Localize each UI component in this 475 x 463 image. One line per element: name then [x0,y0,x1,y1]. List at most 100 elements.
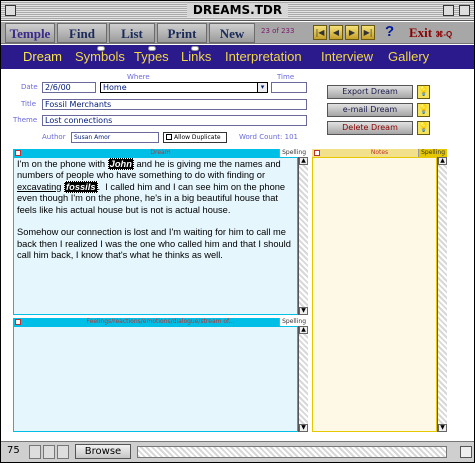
exit-button[interactable]: Exit ⌘-Q [401,23,473,43]
expand-field-icon[interactable] [314,150,320,156]
exit-shortcut: ⌘-Q [435,30,453,39]
previous-record-icon[interactable]: ◀ [329,25,343,40]
where-dropdown[interactable]: Home ▾ [100,82,268,93]
author-field[interactable]: Susan Amor [71,132,159,143]
dream-panel: Dream Spelling I'm on the phone with Joh… [13,149,308,315]
symbol-link-fossils[interactable]: fossils [64,180,98,193]
feelings-text-area[interactable] [13,326,298,432]
symbol-link-john[interactable]: John [107,158,134,170]
title-bar[interactable]: DREAMS.TDR [1,1,474,21]
tab-symbols[interactable]: Symbols [75,46,125,64]
tab-types-indicator-icon [148,46,156,51]
word-count-value: 101 [284,133,298,141]
symbol-excavating[interactable]: excavating [17,182,61,192]
delete-help-lightbulb-icon[interactable]: 💡 [417,121,430,135]
new-button[interactable]: New [209,23,255,43]
help-icon[interactable]: ? [385,23,394,40]
notes-spelling-button[interactable]: Spelling [418,149,447,157]
tab-bar: Dream Symbols Types Links Interpretation… [1,45,474,69]
tab-links-label: Links [181,49,212,64]
dream-line-1a: I'm on the phone with [17,159,108,169]
theme-field[interactable]: Lost connections [42,115,307,126]
zoom-box-icon[interactable] [443,5,454,16]
tab-types-label: Types [134,49,169,64]
notes-text-area[interactable] [312,157,437,432]
dream-text: I'm on the phone with John and he is giv… [14,158,297,263]
feelings-scrollbar[interactable]: ▲ ▼ [298,326,308,432]
list-button[interactable]: List [109,23,155,43]
dream-scrollbar[interactable]: ▲ ▼ [298,157,308,315]
checkbox-icon [166,134,172,140]
time-label: Time [277,73,295,81]
word-count: Word Count: 101 [239,133,298,141]
notes-panel: Notes Spelling ▲ ▼ [312,149,447,432]
notes-scrollbar[interactable]: ▲ ▼ [437,157,447,432]
resize-handle-icon[interactable] [460,446,472,458]
dream-line-3b: . I called him and I can see him on the … [97,181,286,192]
dream-line-4: even though I'm on the phone, he's in a … [17,193,278,204]
feelings-panel: Feelings/reactions/emotions/dialogue/str… [13,318,308,432]
temple-button[interactable]: Temple [5,23,55,43]
feelings-spelling-button[interactable]: Spelling [279,318,308,326]
first-record-icon[interactable]: |◀ [313,25,327,40]
feelings-panel-header: Feelings/reactions/emotions/dialogue/str… [13,318,308,326]
date-field[interactable]: 2/6/00 [42,82,96,93]
scroll-down-icon[interactable]: ▼ [299,424,308,432]
where-label: Where [127,73,150,81]
tab-interview[interactable]: Interview [321,49,373,64]
tab-symbols-label: Symbols [75,49,125,64]
scroll-down-icon[interactable]: ▼ [299,307,308,315]
feelings-panel-title: Feelings/reactions/emotions/dialogue/str… [86,318,235,325]
expand-field-icon[interactable] [15,319,21,325]
dream-form: Date 2/6/00 Where Home ▾ Time Title Foss… [1,69,474,439]
record-count: 23 of 233 [261,27,295,35]
mode-selector[interactable]: Browse [75,444,131,459]
tab-symbols-indicator-icon [97,46,105,51]
next-record-icon[interactable]: ▶ [345,25,359,40]
tab-links[interactable]: Links [181,46,212,64]
scroll-up-icon[interactable]: ▲ [299,326,308,334]
window-title-wrap: DREAMS.TDR [1,3,474,17]
dream-line-5: feels like his actual house but is not i… [17,204,231,215]
dream-panel-title: Dream [150,149,171,156]
collapse-box-icon[interactable] [459,5,470,16]
tab-gallery[interactable]: Gallery [388,49,429,64]
status-toggle-icon[interactable] [57,445,69,459]
theme-label: Theme [13,116,38,124]
notes-panel-title: Notes [370,149,389,156]
dream-line-2: numbers of people who have something to … [17,170,266,181]
tab-links-indicator-icon [191,46,199,51]
time-field[interactable] [271,82,307,93]
scroll-down-icon[interactable]: ▼ [438,424,447,432]
delete-dream-button[interactable]: Delete Dream [327,121,413,135]
expand-field-icon[interactable] [15,150,21,156]
last-record-icon[interactable]: ▶| [361,25,375,40]
find-button[interactable]: Find [57,23,107,43]
email-help-lightbulb-icon[interactable]: 💡 [417,103,430,117]
export-dream-button[interactable]: Export Dream [327,85,413,99]
dream-text-area[interactable]: I'm on the phone with John and he is giv… [13,157,298,315]
tab-dream[interactable]: Dream [23,49,62,64]
zoom-out-icon[interactable] [29,445,41,459]
tab-interpretation[interactable]: Interpretation [225,49,302,64]
zoom-in-icon[interactable] [43,445,55,459]
window-title: DREAMS.TDR [186,3,289,17]
dream-panel-header: Dream [13,149,308,157]
title-field[interactable]: Fossil Merchants [42,99,307,110]
author-label: Author [42,133,66,141]
allow-duplicate-checkbox[interactable]: Allow Duplicate [163,132,227,143]
tab-types[interactable]: Types [134,46,169,64]
dream-paragraph-2: Somehow our connection is lost and I'm w… [17,227,294,261]
dropdown-arrow-icon[interactable]: ▾ [257,83,267,92]
filemaker-window: DREAMS.TDR Temple Find List Print New 23… [0,0,475,463]
scroll-up-icon[interactable]: ▲ [438,157,447,165]
export-help-lightbulb-icon[interactable]: 💡 [417,85,430,99]
status-bar: 75 Browse [1,441,474,462]
horizontal-scrollbar[interactable] [137,446,447,458]
toolbar: Temple Find List Print New 23 of 233 |◀ … [1,22,474,44]
zoom-level[interactable]: 75 [7,445,20,456]
print-button[interactable]: Print [157,23,207,43]
scroll-up-icon[interactable]: ▲ [299,157,308,165]
email-dream-button[interactable]: e-mail Dream [327,103,413,117]
dream-spelling-button[interactable]: Spelling [279,149,308,157]
